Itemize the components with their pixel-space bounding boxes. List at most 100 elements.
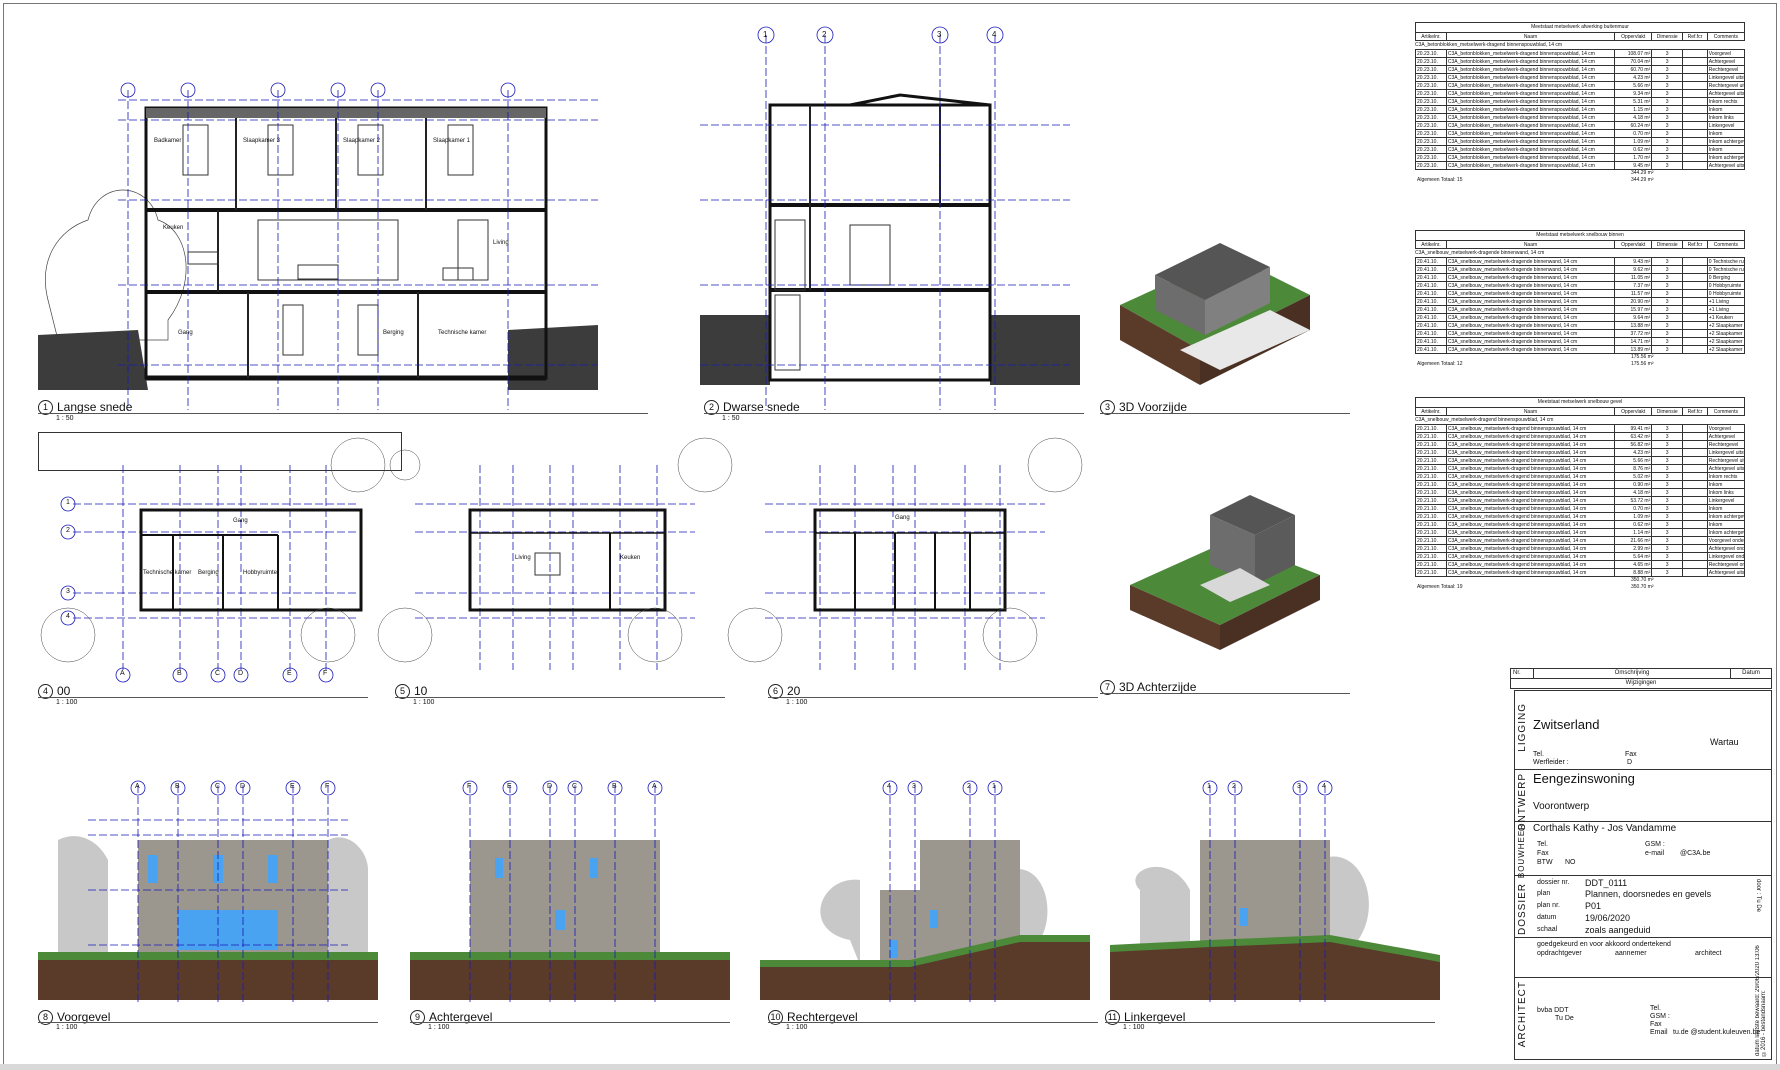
view-3d-front[interactable]: [1110, 235, 1320, 400]
schedule-cell: 3: [1651, 313, 1684, 322]
schedule-cell: [1682, 73, 1708, 82]
schedule-row: 20.23.10. C3A_betonblokken_metselwerk-dra…: [1415, 153, 1746, 162]
grid-label: 3: [912, 783, 916, 790]
schedule-cell: [1682, 281, 1708, 290]
schedule-cell: C3A_betonblokken_metselwerk-dragend binn…: [1445, 73, 1616, 82]
grid-bubble-label: 1: [763, 30, 768, 39]
view-elevation-left[interactable]: 1 2 3 4: [1110, 780, 1440, 1010]
schedule-cell: 20.23.10.: [1415, 113, 1447, 122]
tb-sig-aannemer: aannemer: [1615, 950, 1647, 957]
schedule-cell: 5.66 m²: [1614, 81, 1653, 90]
schedule-cell: C3A_snelbouw_metselwerk-dragend binnensp…: [1445, 560, 1616, 569]
schedule-subtotal: 175.56 m²: [1631, 354, 1654, 360]
schedule-header: Oppervlakt: [1614, 32, 1653, 41]
schedule-cell: 20.21.10.: [1415, 504, 1447, 513]
schedule-cell: 20.41.10.: [1415, 337, 1447, 346]
schedule-cell: C3A_snelbouw_metselwerk-dragend binnensp…: [1445, 440, 1616, 449]
view-elevation-back[interactable]: F E D C B A: [410, 780, 730, 1010]
schedule-cell: 56.82 m²: [1614, 440, 1653, 449]
section-transverse-drawing: [700, 26, 1080, 410]
schedule-table: Meetstaat metselwerk snelbouw gevel Artik…: [1415, 397, 1746, 591]
elevation-front-drawing: [38, 780, 378, 1005]
schedule-cell: 3: [1651, 456, 1684, 465]
schedule-title: Meetstaat metselwerk snelbouw binnen: [1415, 230, 1745, 240]
schedule-cell: 0.62 m²: [1614, 520, 1653, 529]
schedule-cell: 5.66 m²: [1614, 456, 1653, 465]
schedule-cell: C3A_betonblokken_metselwerk-dragend binn…: [1445, 161, 1616, 170]
schedule-cell: 37.72 m²: [1614, 329, 1653, 338]
schedule-cell: 4.65 m²: [1614, 560, 1653, 569]
schedule-cell: 3: [1651, 81, 1684, 90]
view-section-longitudinal[interactable]: Badkamer Slaapkamer 3 Slaapkamer 2 Slaap…: [38, 80, 648, 420]
schedule-row: 20.23.10. C3A_betonblokken_metselwerk-dra…: [1415, 97, 1746, 106]
view-scale-10: 1 : 100: [786, 1024, 808, 1031]
schedule-table: Meetstaat metselwerk snelbouw binnen Arti…: [1415, 230, 1746, 368]
grid-label: F: [323, 670, 328, 677]
view-plan-00[interactable]: Gang Technische kamer Berging Hobbyruimt…: [38, 437, 386, 685]
schedule-cell: 0 Technische ruimte: [1706, 265, 1746, 274]
schedule-cell: Inkom rechts: [1706, 97, 1746, 106]
schedule-cell: 3: [1651, 137, 1684, 146]
schedule-cell: 108.07 m²: [1614, 49, 1653, 58]
schedule-cell: 3: [1651, 73, 1684, 82]
schedule-cell: 20.41.10.: [1415, 257, 1447, 266]
schedule-cell: 20.21.10.: [1415, 488, 1447, 497]
schedule-cell: 0 Hobbyruimte: [1706, 289, 1746, 298]
schedule-cell: C3A_snelbouw_metselwerk-dragend binnensp…: [1445, 536, 1616, 545]
tb-client-fax: Fax: [1537, 850, 1549, 857]
revisions-table: Nr. Omschrijving Datum Wijzigingen: [1510, 668, 1772, 689]
schedule-cell: [1682, 544, 1708, 553]
schedule-cell: [1682, 345, 1708, 354]
schedule-header: Dimensie: [1651, 407, 1684, 416]
schedule-cell: 20.23.10.: [1415, 89, 1447, 98]
tb-ontwerp: ONTWERP Eengezinswoning Voorontwerp: [1515, 769, 1771, 831]
elevation-left-drawing: [1110, 780, 1440, 1005]
schedule-row: 20.21.10. C3A_snelbouw_metselwerk-dragend…: [1415, 560, 1746, 569]
schedule-cell: Linkergevel uitsteek: [1706, 448, 1746, 457]
schedule-cell: 3: [1651, 305, 1684, 314]
tb-project: Eengezinswoning: [1533, 771, 1635, 786]
schedule-cell: 20.21.10.: [1415, 512, 1447, 521]
schedule-row: 20.23.10. C3A_betonblokken_metselwerk-dra…: [1415, 129, 1746, 138]
view-3d-back[interactable]: [1120, 490, 1330, 660]
schedule-cell: C3A_betonblokken_metselwerk-dragend binn…: [1445, 105, 1616, 114]
schedule-cell: Achtergevel: [1706, 432, 1746, 441]
bottom-scrollbar[interactable]: [0, 1064, 1780, 1070]
schedule-cell: [1682, 153, 1708, 162]
schedule-cell: Inkom links: [1706, 113, 1746, 122]
tb-bouwheer: BOUWHEER Corthals Kathy - Jos Vandamme T…: [1515, 821, 1771, 878]
schedule-row: 20.21.10. C3A_snelbouw_metselwerk-dragend…: [1415, 448, 1746, 457]
schedule-cell: 20.23.10.: [1415, 137, 1447, 146]
room-label: Slaapkamer 2: [343, 138, 381, 144]
schedule-row: 20.41.10. C3A_snelbouw_metselwerk-dragend…: [1415, 313, 1746, 322]
view-section-transverse[interactable]: 1 2 3 4: [700, 25, 1080, 420]
grid-label: C: [572, 783, 578, 790]
title-block: LIGGING Zwitserland Wartau Tel. Fax Werf…: [1514, 690, 1772, 1060]
schedule-header: Artikelnr.: [1415, 407, 1447, 416]
schedule-cell: C3A_snelbouw_metselwerk-dragende binnenw…: [1445, 297, 1616, 306]
room-label: Living: [493, 240, 509, 246]
schedule-total-label: Algemeen Totaal: 15: [1417, 177, 1463, 183]
schedule-cell: 5.02 m²: [1614, 472, 1653, 481]
view-elevation-front[interactable]: A B C D E F: [38, 780, 378, 1010]
schedule-cell: [1682, 504, 1708, 513]
schedule-row: 20.23.10. C3A_betonblokken_metselwerk-dra…: [1415, 89, 1746, 98]
tb-werfleider: Werfleider :: [1533, 759, 1569, 766]
schedule-row: 20.23.10. C3A_betonblokken_metselwerk-dra…: [1415, 137, 1746, 146]
schedule-cell: 20.41.10.: [1415, 297, 1447, 306]
revisions-header: Omschrijving: [1534, 669, 1731, 678]
schedule-row: 20.23.10. C3A_betonblokken_metselwerk-dra…: [1415, 161, 1746, 170]
schedule-cell: 9.45 m²: [1614, 161, 1653, 170]
schedule-cell: 20.23.10.: [1415, 49, 1447, 58]
schedule-header: Comments: [1706, 32, 1746, 41]
schedule-cell: Linkergevel: [1706, 121, 1746, 130]
schedule-header: Artikelnr.: [1415, 32, 1447, 41]
view-plan-20[interactable]: Gang: [727, 437, 1085, 685]
schedule-cell: [1682, 129, 1708, 138]
view-elevation-right[interactable]: 4 3 2 1: [760, 780, 1090, 1010]
schedule-cell: 20.23.10.: [1415, 153, 1447, 162]
tb-datum: 19/06/2020: [1585, 913, 1631, 923]
view-plan-10[interactable]: Living Keuken: [377, 437, 735, 685]
schedule-title: Meetstaat metselwerk afwerking buitenmuu…: [1415, 22, 1745, 32]
schedule-cell: [1682, 456, 1708, 465]
